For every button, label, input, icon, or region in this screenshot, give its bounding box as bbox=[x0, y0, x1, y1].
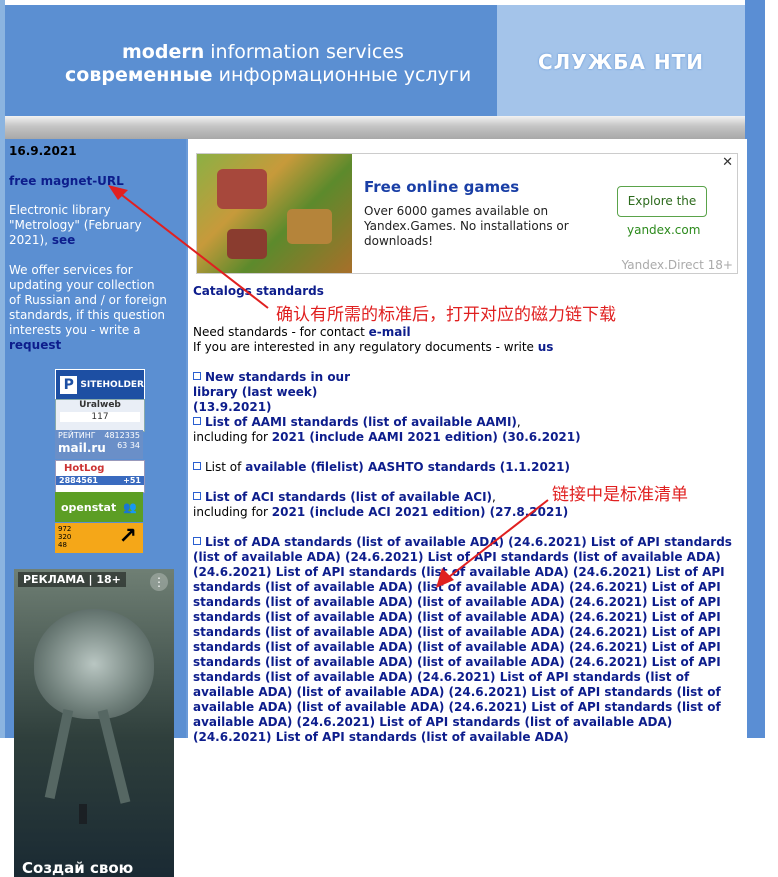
ad-tentacle bbox=[44, 708, 74, 800]
library-note: Electronic library "Metrology" (February… bbox=[9, 203, 142, 247]
ad-cta-text[interactable]: Создай свою bbox=[22, 859, 133, 877]
village-house bbox=[227, 229, 267, 259]
ad-tentacle bbox=[97, 709, 131, 804]
request-link[interactable]: request bbox=[9, 338, 61, 352]
header-line-russian: современные информационные услуги bbox=[65, 64, 472, 86]
header-divider-bar bbox=[5, 116, 745, 139]
bullet-icon bbox=[193, 372, 201, 380]
aci-item: List of ACI standards (list of available… bbox=[193, 490, 569, 519]
ad-label: РЕКЛАМА | 18+ bbox=[18, 572, 126, 587]
siteholder-logo-icon: P bbox=[60, 375, 78, 394]
write-us-link[interactable]: us bbox=[538, 340, 554, 354]
header-brand-panel: СЛУЖБА НТИ bbox=[497, 5, 745, 116]
mailru-counter[interactable]: РЕЙТИНГ 4812335 mail.ru 63 34 bbox=[55, 430, 143, 459]
email-link[interactable]: e-mail bbox=[369, 325, 411, 339]
village-house bbox=[217, 169, 267, 209]
current-date: 16.9.2021 bbox=[9, 144, 77, 158]
header-line-english: modern information services bbox=[122, 41, 404, 63]
brand-title: СЛУЖБА НТИ bbox=[538, 50, 704, 74]
services-note: We offer services for updating your coll… bbox=[9, 263, 167, 352]
bullet-icon bbox=[193, 462, 201, 470]
new-standards-item: New standards in our library (last week)… bbox=[193, 370, 383, 415]
openstat-counter[interactable]: openstat 👥 bbox=[55, 492, 143, 522]
bullet-icon bbox=[193, 537, 201, 545]
library-see-link[interactable]: see bbox=[52, 233, 75, 247]
sidebar: 16.9.2021 free magnet-URL Electronic lib… bbox=[5, 139, 186, 877]
aami-link[interactable]: List of AAMI standards (list of availabl… bbox=[205, 415, 517, 429]
game-ad-image[interactable] bbox=[197, 154, 352, 273]
magnet-url-link[interactable]: free magnet-URL bbox=[9, 174, 124, 188]
catalogs-heading: Catalogs standards bbox=[193, 284, 324, 298]
aami-item: List of AAMI standards (list of availabl… bbox=[193, 415, 581, 444]
header-banner: modern information services современные … bbox=[5, 5, 497, 116]
bullet-icon bbox=[193, 417, 201, 425]
liveinternet-counter[interactable]: 972 320 48 ↗ bbox=[55, 523, 143, 553]
sidebar-advertisement[interactable]: РЕКЛАМА | 18+ ⋮ Создай свою bbox=[14, 569, 174, 877]
aci-link[interactable]: List of ACI standards (list of available… bbox=[205, 490, 492, 504]
hotlog-counter[interactable]: HotLog 2884561 +51 bbox=[55, 460, 145, 493]
ad-description: Over 6000 games available on Yandex.Game… bbox=[364, 204, 569, 248]
api-standards-list[interactable]: List of ADA standards (list of available… bbox=[193, 535, 738, 745]
right-frame bbox=[745, 0, 765, 738]
uralweb-counter[interactable]: Uralweb 117 bbox=[55, 399, 145, 432]
contact-line: Need standards - for contact e-mail bbox=[193, 325, 411, 339]
aami-2021-link[interactable]: 2021 (include AAMI 2021 edition) (30.6.2… bbox=[272, 430, 581, 444]
aashto-item: List of available (filelist) AASHTO stan… bbox=[193, 460, 570, 475]
ad-domain-link[interactable]: yandex.com bbox=[627, 223, 700, 237]
ad-figure bbox=[79, 804, 87, 824]
close-icon[interactable]: ✕ bbox=[722, 155, 733, 170]
new-standards-link[interactable]: New standards in our library (last week)… bbox=[193, 370, 350, 414]
arrow-up-right-icon: ↗ bbox=[118, 524, 137, 549]
people-icon: 👥 bbox=[123, 500, 137, 514]
annotation-top: 确认有所需的标准后，打开对应的磁力链下载 bbox=[276, 305, 616, 325]
explore-button[interactable]: Explore the bbox=[617, 186, 707, 217]
more-options-icon[interactable]: ⋮ bbox=[150, 573, 168, 591]
aashto-link[interactable]: available (filelist) AASHTO standards (1… bbox=[245, 460, 570, 474]
ad-title[interactable]: Free online games bbox=[364, 178, 519, 196]
bullet-icon bbox=[193, 492, 201, 500]
ad-creature-image bbox=[34, 609, 154, 719]
aci-2021-link[interactable]: 2021 (include ACI 2021 edition) (27.8.20… bbox=[272, 505, 568, 519]
yandex-ad-banner[interactable]: Free online games Over 6000 games availa… bbox=[196, 153, 738, 274]
annotation-middle: 链接中是标准清单 bbox=[552, 485, 688, 505]
village-house bbox=[287, 209, 332, 244]
siteholder-counter[interactable]: P SITEHOLDER bbox=[55, 369, 145, 400]
interest-line: If you are interested in any regulatory … bbox=[193, 340, 554, 354]
ad-source-label: Yandex.Direct 18+ bbox=[621, 258, 733, 272]
